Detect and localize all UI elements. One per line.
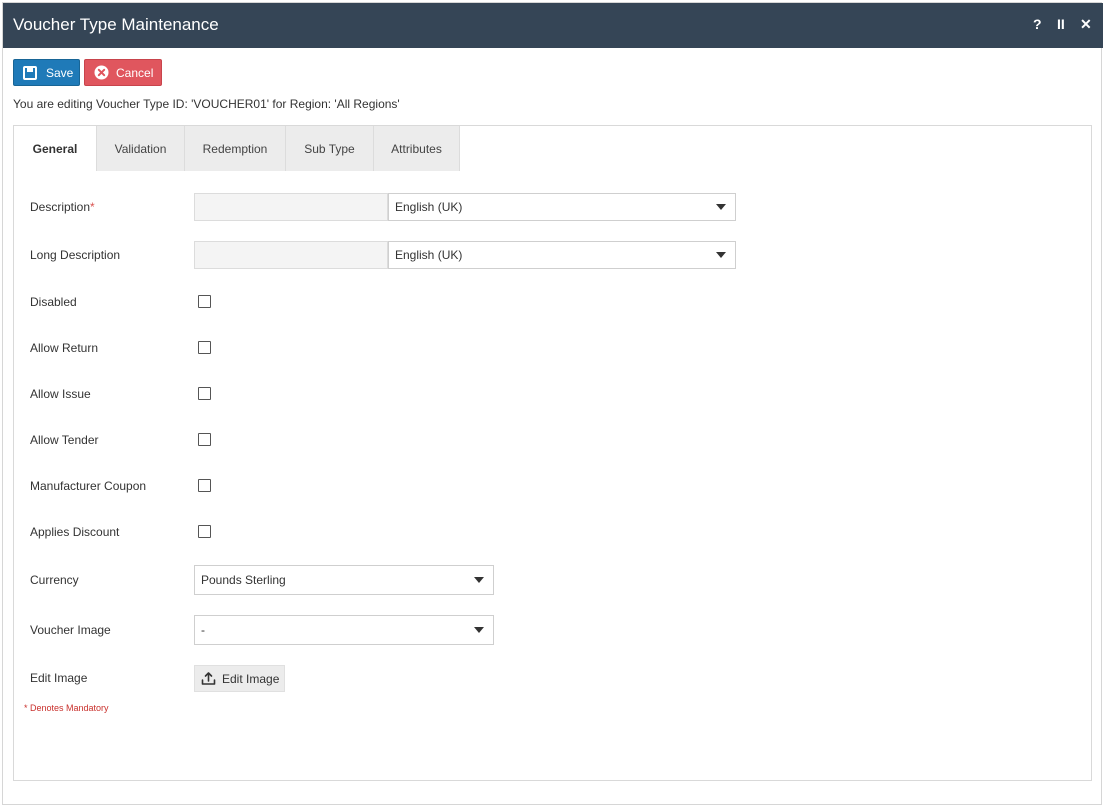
manufacturer-coupon-checkbox[interactable] (198, 479, 211, 492)
edit-image-label: Edit Image (30, 671, 88, 685)
help-icon[interactable]: ? (1033, 15, 1042, 33)
cancel-button-label: Cancel (116, 65, 154, 80)
editing-info-text: You are editing Voucher Type ID: 'VOUCHE… (13, 97, 400, 111)
disabled-label: Disabled (30, 295, 77, 309)
long-description-label: Long Description (30, 248, 121, 262)
currency-select[interactable]: Pounds Sterling (194, 565, 494, 595)
caret-down-icon (474, 577, 484, 583)
form-panel: General Validation Redemption Sub Type A… (13, 125, 1092, 781)
allow-tender-label: Allow Tender (30, 433, 99, 447)
long-description-language-value: English (UK) (395, 248, 463, 262)
currency-value: Pounds Sterling (201, 573, 286, 587)
allow-issue-label: Allow Issue (30, 387, 91, 401)
tab-attributes[interactable]: Attributes (374, 126, 460, 171)
voucher-image-label: Voucher Image (30, 623, 111, 637)
upload-icon (201, 671, 216, 686)
long-description-language-select[interactable]: English (UK) (388, 241, 736, 269)
caret-down-icon (716, 252, 726, 258)
long-description-input[interactable] (194, 241, 388, 269)
cancel-circle-icon (93, 65, 109, 81)
floppy-disk-icon (22, 65, 38, 81)
disabled-checkbox[interactable] (198, 295, 211, 308)
description-label: Description* (30, 200, 95, 214)
description-input[interactable] (194, 193, 388, 221)
edit-image-button[interactable]: Edit Image (194, 665, 285, 692)
voucher-type-window: Voucher Type Maintenance ? II ✕ Save Can… (2, 2, 1103, 805)
allow-tender-checkbox[interactable] (198, 433, 211, 446)
description-label-text: Description (30, 200, 91, 214)
cancel-button[interactable]: Cancel (84, 59, 162, 86)
required-mark: * (90, 200, 95, 214)
pause-icon[interactable]: II (1057, 15, 1065, 33)
voucher-image-select[interactable]: - (194, 615, 494, 645)
tab-redemption[interactable]: Redemption (185, 126, 286, 171)
save-button[interactable]: Save (13, 59, 80, 86)
save-button-label: Save (46, 65, 74, 80)
close-icon[interactable]: ✕ (1080, 15, 1092, 33)
tab-bar: General Validation Redemption Sub Type A… (14, 126, 460, 171)
allow-return-label: Allow Return (30, 341, 99, 355)
edit-image-button-label: Edit Image (222, 671, 280, 686)
applies-discount-label: Applies Discount (30, 525, 120, 539)
window-title: Voucher Type Maintenance (13, 15, 219, 34)
applies-discount-checkbox[interactable] (198, 525, 211, 538)
caret-down-icon (716, 204, 726, 210)
tab-sub-type[interactable]: Sub Type (286, 126, 374, 171)
tab-general[interactable]: General (14, 126, 97, 171)
currency-label: Currency (30, 573, 79, 587)
tab-validation[interactable]: Validation (97, 126, 185, 171)
description-language-select[interactable]: English (UK) (388, 193, 736, 221)
description-language-value: English (UK) (395, 200, 463, 214)
manufacturer-coupon-label: Manufacturer Coupon (30, 479, 147, 493)
allow-return-checkbox[interactable] (198, 341, 211, 354)
title-bar: Voucher Type Maintenance ? II ✕ (3, 3, 1103, 48)
mandatory-note: * Denotes Mandatory (24, 703, 109, 713)
caret-down-icon (474, 627, 484, 633)
voucher-image-value: - (201, 623, 205, 637)
allow-issue-checkbox[interactable] (198, 387, 211, 400)
